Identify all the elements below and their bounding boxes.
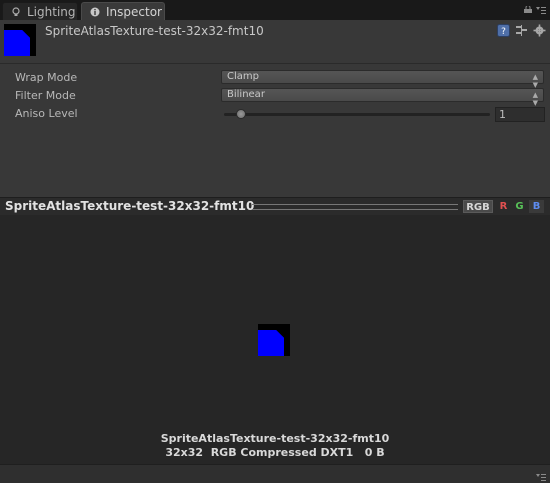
channel-g-button[interactable]: G [512,200,527,213]
dropdown-arrows-icon: ▲ ▼ [532,91,538,107]
wrap-mode-label: Wrap Mode [15,71,78,84]
preview-title: SpriteAtlasTexture-test-32x32-fmt10 [5,199,255,213]
window-menu-icon[interactable] [536,7,546,14]
aniso-level-label: Aniso Level [15,107,78,120]
gear-icon[interactable] [533,24,546,37]
asset-title: SpriteAtlasTexture-test-32x32-fmt10 [45,24,264,38]
bottom-bar [0,464,550,483]
aniso-level-slider-track[interactable] [224,113,490,116]
lighting-icon [12,7,20,16]
preset-icon[interactable] [515,24,528,37]
tab-inspector-label: Inspector [106,5,162,19]
info-icon [90,7,100,17]
wrap-mode-value: Clamp [227,71,259,82]
wrap-mode-dropdown[interactable]: Clamp ▲ ▼ [221,70,544,89]
tab-bar: Lighting Inspector [0,0,550,21]
dropdown-arrows-icon: ▲ ▼ [532,73,538,89]
channel-r-button[interactable]: R [496,200,511,213]
aniso-level-input[interactable]: 1 [495,107,545,122]
svg-text:?: ? [501,27,506,37]
preview-texture-info: 32x32 RGB Compressed DXT1 0 B [165,446,385,459]
filter-mode-dropdown[interactable]: Bilinear ▲ ▼ [221,88,544,107]
filter-mode-label: Filter Mode [15,89,76,102]
tab-lighting-label: Lighting [27,5,76,19]
header-divider [0,63,550,64]
preview-drag-handle[interactable] [252,204,458,210]
lock-icon[interactable] [524,6,532,13]
tab-inspector[interactable]: Inspector [81,2,165,20]
preview-header: SpriteAtlasTexture-test-32x32-fmt10 RGB … [0,197,550,216]
texture-preview-image [258,324,290,356]
help-icon[interactable]: ? [497,24,510,37]
channel-rgb-button[interactable]: RGB [463,200,493,213]
preview-texture-name: SpriteAtlasTexture-test-32x32-fmt10 [160,432,390,445]
channel-b-button[interactable]: B [529,200,544,213]
preview-menu-icon[interactable] [536,474,546,481]
filter-mode-value: Bilinear [227,89,265,100]
tab-lighting[interactable]: Lighting [2,2,78,20]
texture-thumbnail [4,24,36,56]
aniso-level-slider-thumb[interactable] [236,109,246,119]
